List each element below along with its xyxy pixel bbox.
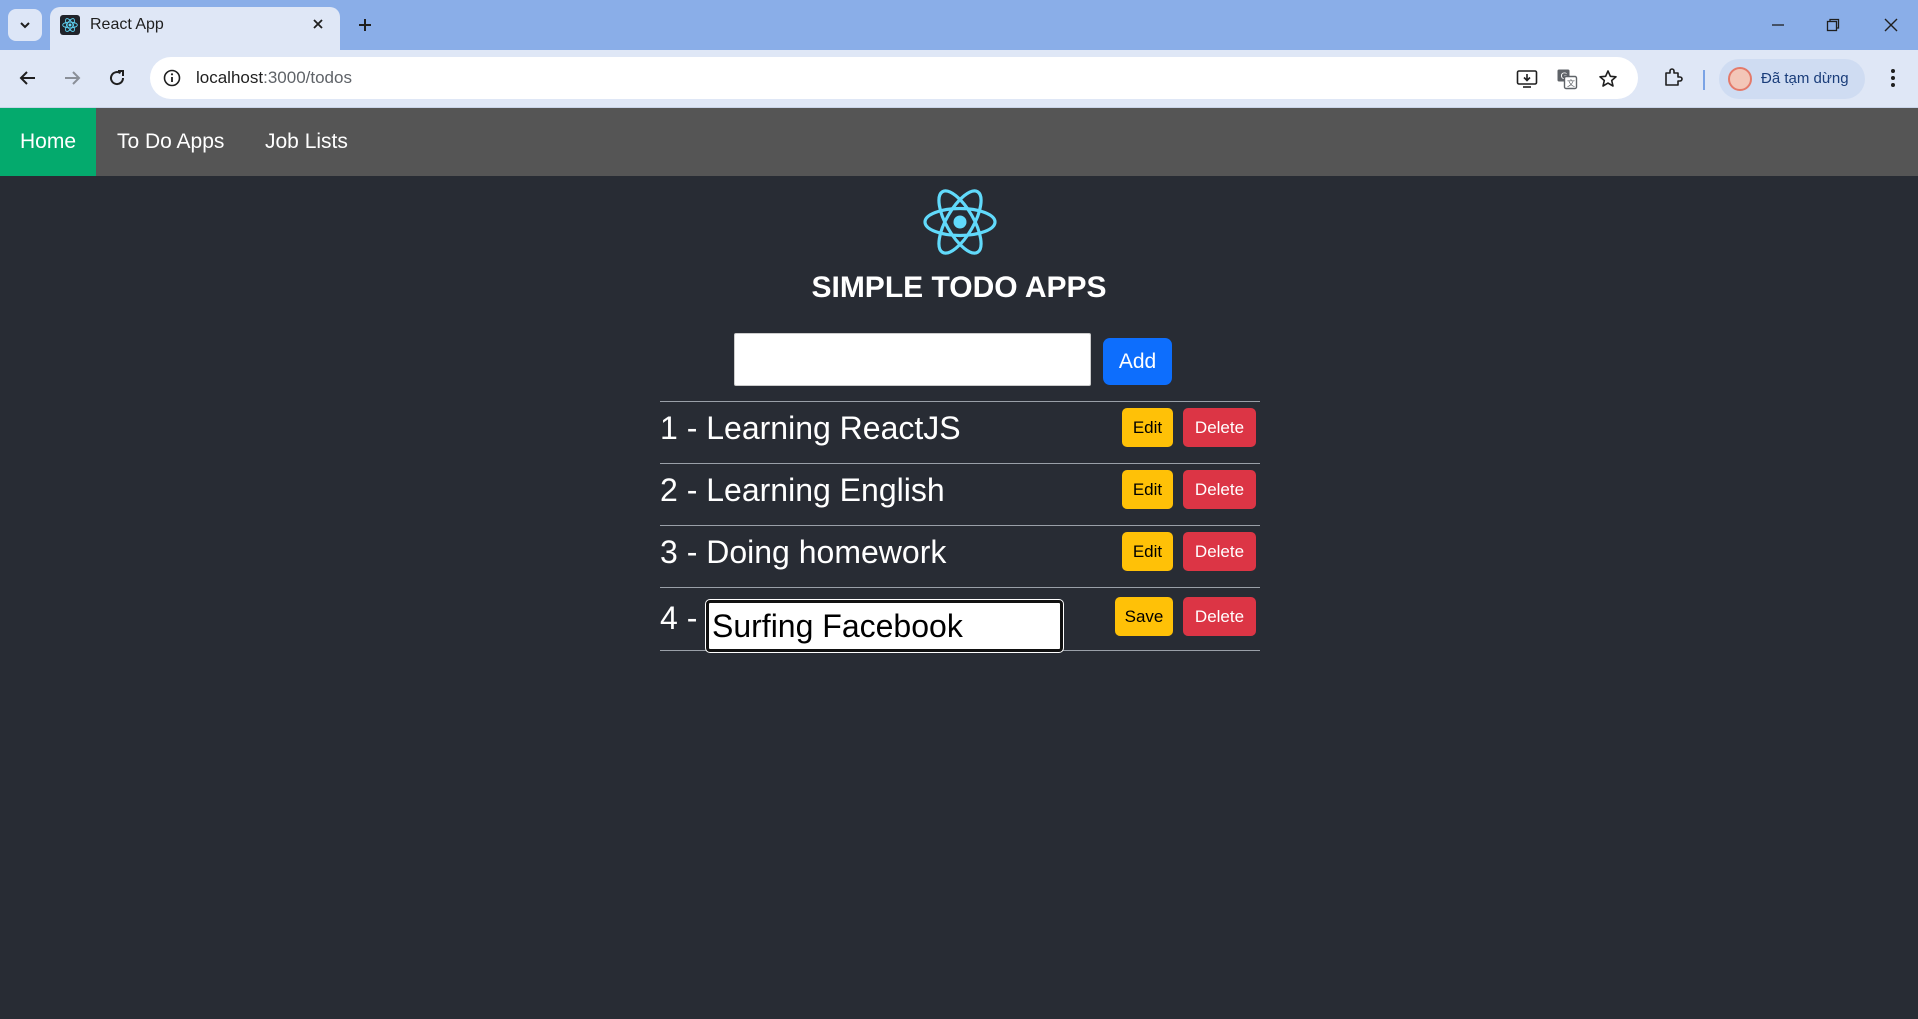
url-host: localhost xyxy=(196,68,264,87)
delete-button[interactable]: Delete xyxy=(1183,408,1256,447)
browser-menu-icon[interactable] xyxy=(1878,63,1908,93)
minimize-window-icon[interactable] xyxy=(1765,12,1791,38)
tab-title: React App xyxy=(90,16,164,33)
arrow-right-icon xyxy=(65,71,81,85)
save-button[interactable]: Save xyxy=(1115,597,1173,636)
nav-link-todo-apps[interactable]: To Do Apps xyxy=(97,108,244,176)
profile-button[interactable]: Đã tạm dừng xyxy=(1719,59,1865,99)
delete-button[interactable]: Delete xyxy=(1183,597,1256,636)
forward-button[interactable] xyxy=(57,63,87,93)
tab-search-button[interactable] xyxy=(8,9,42,41)
new-todo-input[interactable] xyxy=(734,333,1091,386)
react-logo-icon xyxy=(923,189,997,255)
todo-index: 3 - xyxy=(660,534,707,570)
todo-list: 1 - Learning ReactJS Edit Delete 2 - Lea… xyxy=(660,401,1260,652)
delete-button[interactable]: Delete xyxy=(1183,470,1256,509)
todo-item: 3 - Doing homework Edit Delete xyxy=(660,525,1260,587)
toolbar-divider xyxy=(1703,70,1705,90)
react-favicon-icon xyxy=(60,15,80,35)
back-button[interactable] xyxy=(13,63,43,93)
browser-tabstrip: React App xyxy=(0,0,1918,50)
todo-index: 1 - xyxy=(660,410,707,446)
todo-label: Learning ReactJS xyxy=(706,410,961,446)
plus-icon xyxy=(359,19,371,31)
browser-toolbar: localhost:3000/todos G文 Đã tạm dừng xyxy=(0,50,1918,108)
add-todo-button[interactable]: Add xyxy=(1103,338,1172,385)
todo-item: 1 - Learning ReactJS Edit Delete xyxy=(660,401,1260,463)
todo-index: 2 - xyxy=(660,472,707,508)
todo-item-editing: 4 - Save Delete xyxy=(660,587,1260,652)
url-path: :3000/todos xyxy=(263,68,352,87)
todo-item: 2 - Learning English Edit Delete xyxy=(660,463,1260,525)
new-tab-button[interactable] xyxy=(352,12,378,38)
profile-status-label: Đã tạm dừng xyxy=(1761,70,1849,87)
site-info-icon[interactable] xyxy=(160,66,184,90)
delete-button[interactable]: Delete xyxy=(1183,532,1256,571)
todo-label: Doing homework xyxy=(706,534,947,570)
nav-link-job-lists[interactable]: Job Lists xyxy=(245,108,368,176)
edit-button[interactable]: Edit xyxy=(1122,470,1173,509)
address-bar[interactable]: localhost:3000/todos G文 xyxy=(150,57,1638,99)
edit-button[interactable]: Edit xyxy=(1122,532,1173,571)
app-navbar: Home To Do Apps Job Lists xyxy=(0,108,1918,176)
restore-window-icon[interactable] xyxy=(1820,12,1846,38)
todo-text: 3 - Doing homework xyxy=(660,534,946,571)
install-app-icon[interactable] xyxy=(1514,66,1540,92)
close-window-icon[interactable] xyxy=(1878,12,1904,38)
extensions-puzzle-icon[interactable] xyxy=(1658,63,1688,93)
edit-todo-input[interactable] xyxy=(706,600,1063,652)
todo-label: Learning English xyxy=(706,472,945,508)
url-text: localhost:3000/todos xyxy=(196,68,352,88)
svg-text:文: 文 xyxy=(1567,78,1575,88)
todo-text: 2 - Learning English xyxy=(660,472,945,509)
edit-button[interactable]: Edit xyxy=(1122,408,1173,447)
bookmark-star-icon[interactable] xyxy=(1595,66,1621,92)
todo-index: 4 - xyxy=(660,600,698,636)
app-title: SIMPLE TODO APPS xyxy=(811,271,1107,304)
reload-button[interactable] xyxy=(102,63,132,93)
nav-link-home[interactable]: Home xyxy=(0,108,97,176)
chevron-down-icon xyxy=(20,22,30,29)
browser-tab[interactable]: React App xyxy=(50,7,340,50)
profile-avatar xyxy=(1728,67,1752,91)
todo-text: 1 - Learning ReactJS xyxy=(660,410,961,447)
arrow-left-icon xyxy=(19,71,35,85)
tab-close-icon[interactable] xyxy=(308,14,328,34)
translate-icon[interactable]: G文 xyxy=(1554,66,1580,92)
reload-icon xyxy=(110,70,125,86)
